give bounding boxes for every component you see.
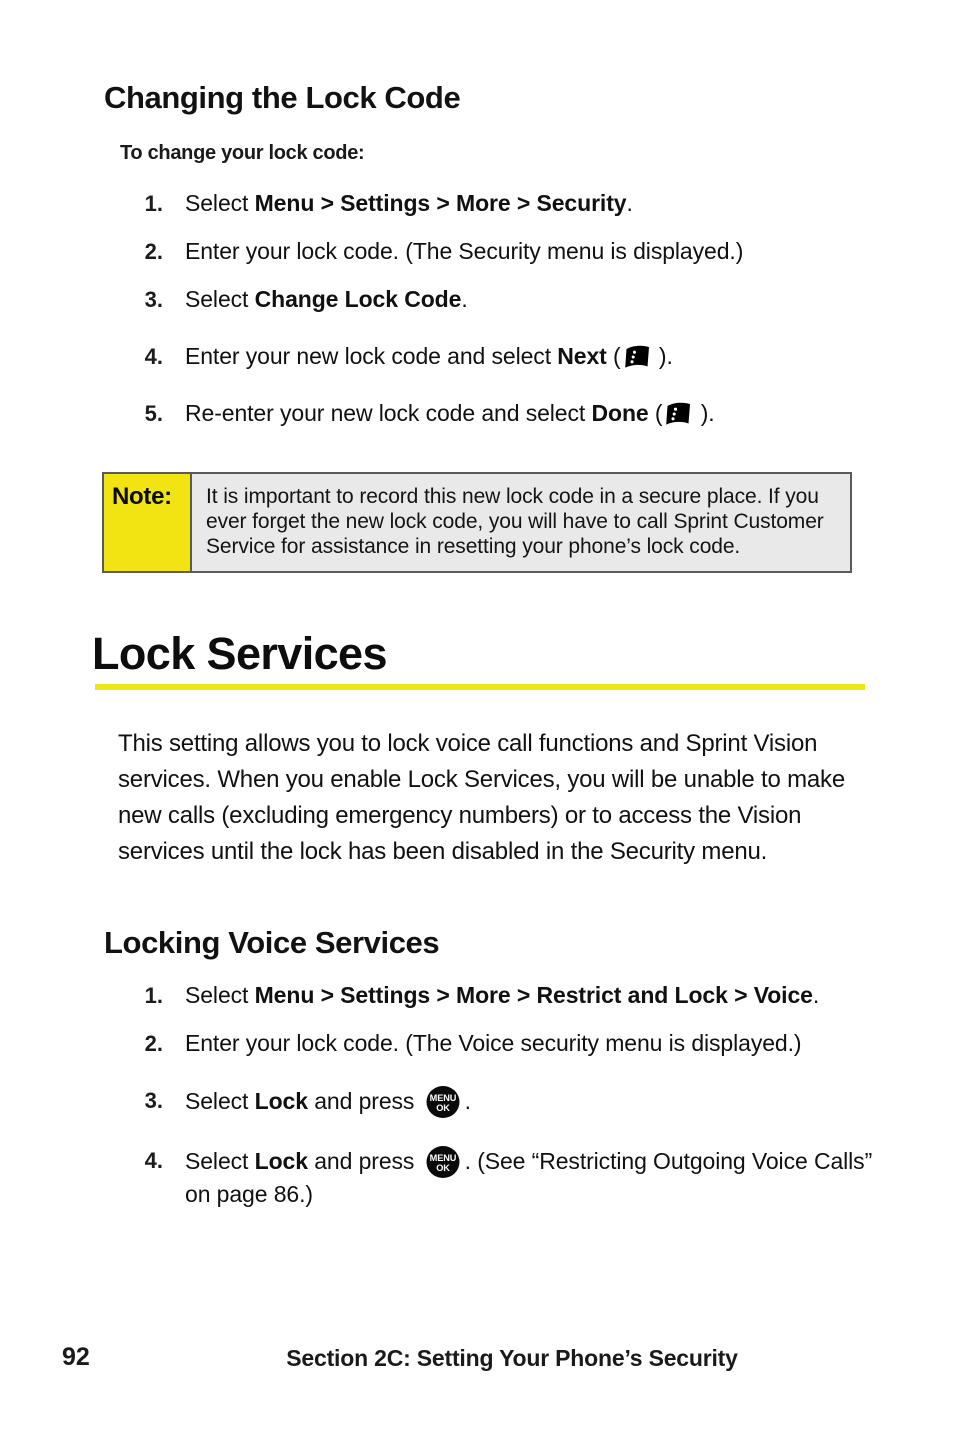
plain-text: Select — [185, 1148, 255, 1174]
plain-text: . — [812, 982, 820, 1008]
list-item-text: Enter your lock code. (The Security menu… — [185, 236, 875, 267]
plain-text: . — [461, 286, 468, 312]
list-item: 5. Re-enter your new lock code and select… — [0, 398, 954, 429]
list-item: 3. Select Change Lock Code. — [0, 284, 954, 315]
menu-ok-icon: MENU OK — [423, 1145, 463, 1179]
plain-text: Select — [185, 190, 255, 216]
plain-text: ( — [606, 343, 621, 369]
plain-text: Select — [185, 1088, 255, 1114]
plain-text: Enter your new lock code and select — [185, 343, 558, 369]
page-footer: 92 Section 2C: Setting Your Phone’s Secu… — [0, 1343, 954, 1383]
footer-section-title: Section 2C: Setting Your Phone’s Securit… — [286, 1345, 738, 1371]
list-item: 2. Enter your lock code. (The Security me… — [0, 236, 954, 267]
page-title-lock-services: Lock Services — [92, 628, 388, 679]
emphasized-text: Next — [557, 343, 607, 369]
list-item-number: 4. — [144, 344, 163, 369]
steps-change-lock-code: 1. Select Menu > Settings > More > Securi… — [0, 188, 954, 446]
plain-text: ). — [694, 400, 715, 426]
plain-text: Select — [185, 286, 255, 312]
list-item: 3. Select Lock and press MENU OK. — [0, 1085, 954, 1119]
lead-in-text: To change your lock code: — [120, 142, 365, 164]
plain-text: . — [464, 1088, 471, 1114]
note-body-text: It is important to record this new lock … — [206, 485, 824, 558]
plain-text: Re-enter your new lock code and select — [185, 400, 592, 426]
emphasized-text: Menu > Settings > More > Security — [254, 190, 627, 216]
list-item-text: Select Menu > Settings > More > Security… — [185, 188, 875, 219]
plain-text: Select — [185, 982, 255, 1008]
plain-text: ( — [648, 400, 663, 426]
svg-text:OK: OK — [436, 1163, 450, 1173]
plain-text: and press — [307, 1148, 421, 1174]
svg-text:OK: OK — [436, 1103, 450, 1113]
plain-text: Enter your lock code. (The Voice securit… — [185, 1030, 802, 1056]
plain-text: ). — [652, 343, 673, 369]
emphasized-text: Change Lock Code — [254, 286, 462, 312]
list-item-number: 3. — [144, 287, 163, 312]
emphasized-text: Done — [591, 400, 649, 426]
list-item-text: Select Change Lock Code. — [185, 284, 875, 315]
list-item: 4. Select Lock and press MENU OK. (See “Re… — [0, 1145, 954, 1210]
menu-ok-icon: MENU OK — [423, 1085, 463, 1119]
svg-text:MENU: MENU — [429, 1093, 456, 1103]
plain-text: . — [626, 190, 633, 216]
list-item: 1. Select Menu > Settings > More > Securi… — [0, 188, 954, 219]
note-label-cell: Note: — [104, 474, 192, 571]
list-item-number: 2. — [144, 239, 163, 264]
list-item-number: 3. — [144, 1088, 163, 1113]
emphasized-text: Lock — [254, 1148, 308, 1174]
lock-services-paragraph: This setting allows you to lock voice ca… — [118, 730, 845, 865]
emphasized-text: Lock — [254, 1088, 308, 1114]
steps-locking-voice-services: 1. Select Menu > Settings > More > Restri… — [0, 980, 954, 1227]
page-title-changing-the-lock-code: Changing the Lock Code — [104, 80, 461, 115]
list-item-number: 5. — [144, 401, 163, 426]
note-label: Note: — [112, 483, 172, 510]
list-item-text: Re-enter your new lock code and select D… — [185, 398, 875, 429]
list-item-text: Select Lock and press MENU OK. (See “Rest… — [185, 1145, 875, 1210]
list-item-number: 2. — [144, 1031, 163, 1056]
list-item-number: 4. — [144, 1148, 163, 1173]
list-item: 1. Select Menu > Settings > More > Restri… — [0, 980, 954, 1011]
list-item-number: 1. — [144, 983, 163, 1008]
list-item: 2. Enter your lock code. (The Voice secur… — [0, 1028, 954, 1059]
plain-text: Enter your lock code. (The Security menu… — [185, 238, 744, 264]
list-item-number: 1. — [144, 191, 163, 216]
plain-text: and press — [307, 1088, 421, 1114]
emphasized-text: Menu > Settings > More > Restrict and Lo… — [254, 982, 813, 1008]
note-box: Note: It is important to record this new… — [102, 472, 852, 573]
list-item-text: Enter your new lock code and select Next… — [185, 341, 875, 372]
list-item-text: Select Lock and press MENU OK. — [185, 1085, 875, 1119]
list-item-text: Enter your lock code. (The Voice securit… — [185, 1028, 875, 1059]
svg-text:MENU: MENU — [429, 1153, 456, 1163]
manual-page: Changing the Lock Code To change your lo… — [0, 0, 954, 1431]
softkey-icon — [622, 344, 652, 370]
list-item-text: Select Menu > Settings > More > Restrict… — [185, 980, 875, 1011]
list-item: 4. Enter your new lock code and select Ne… — [0, 341, 954, 372]
page-title-locking-voice-services: Locking Voice Services — [104, 925, 440, 960]
softkey-icon — [663, 401, 693, 427]
yellow-divider-rule — [95, 684, 865, 690]
